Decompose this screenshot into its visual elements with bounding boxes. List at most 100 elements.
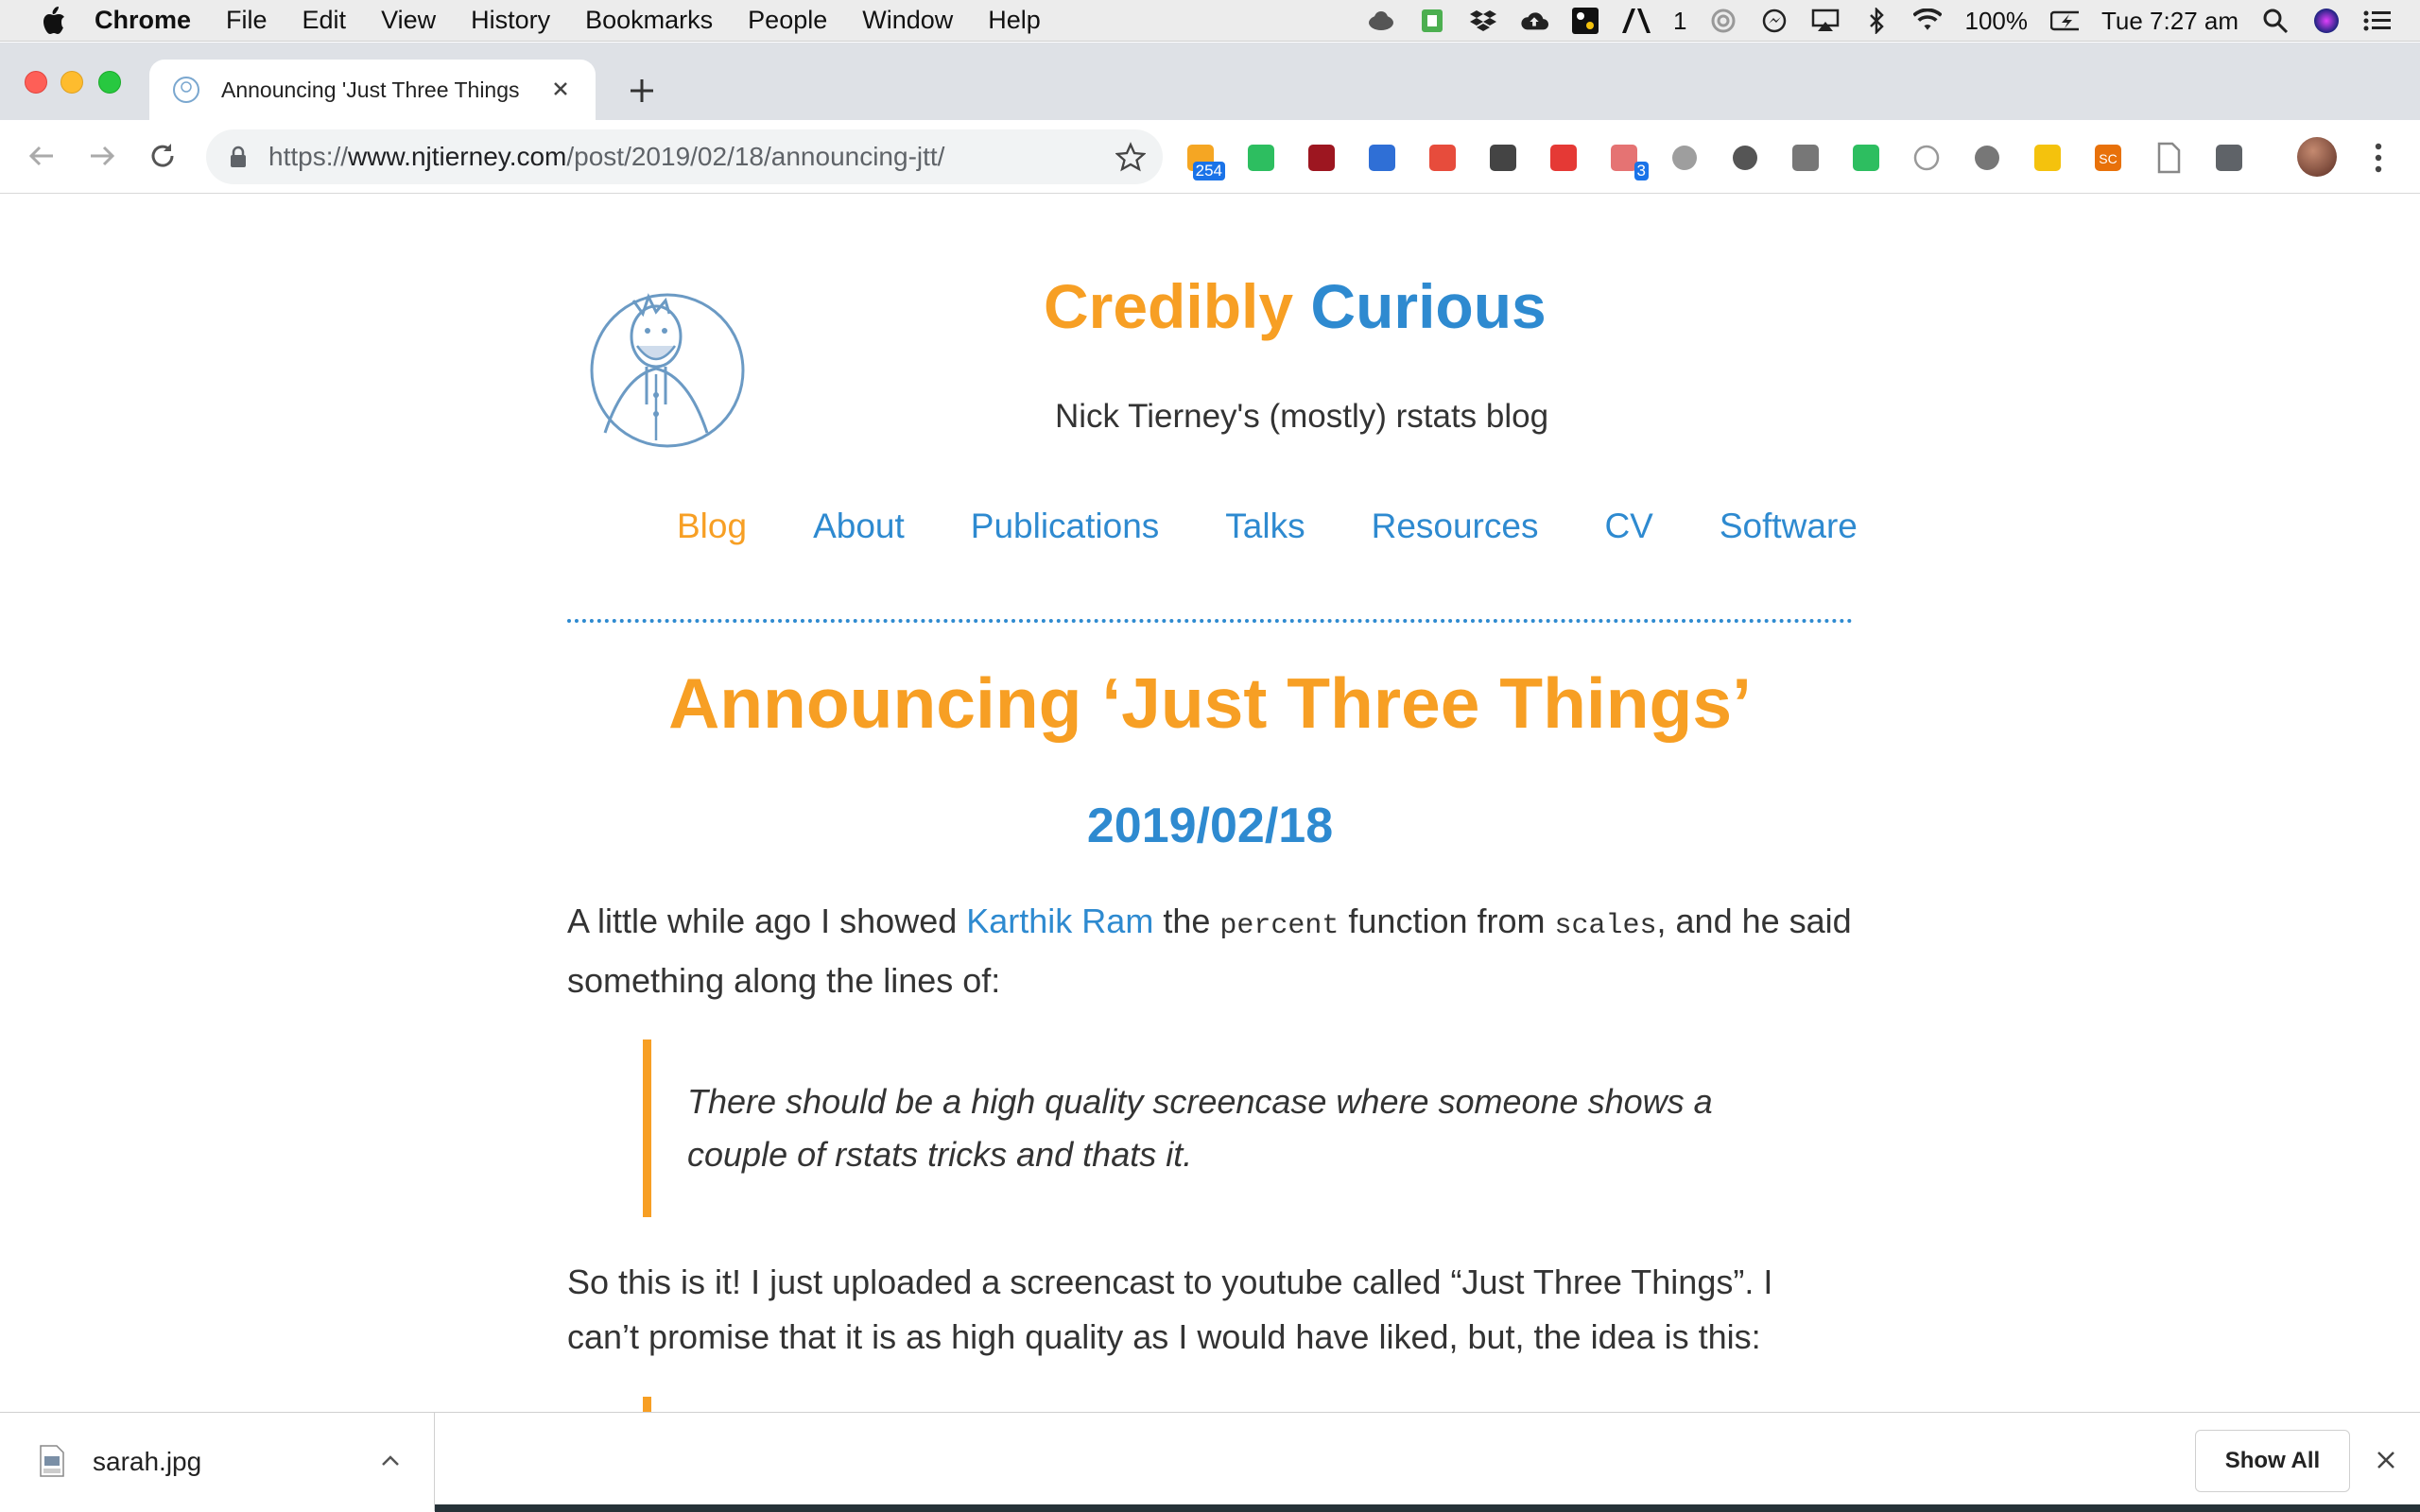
karthik-ram-link[interactable]: Karthik Ram (966, 902, 1153, 940)
rss-feed-icon[interactable]: 254 (1182, 139, 1225, 180)
tab-strip: Announcing 'Just Three Things (0, 43, 2420, 120)
url-path: /post/2019/02/18/announcing-jtt/ (566, 142, 945, 171)
site-favicon-icon (173, 77, 199, 103)
battery-percentage: 100% (1964, 6, 2028, 35)
show-all-button[interactable]: Show All (2195, 1430, 2350, 1492)
web-page: Credibly Curious Nick Tierney's (mostly)… (0, 195, 2420, 1412)
close-icon[interactable] (2373, 1447, 2399, 1473)
tab-title: Announcing 'Just Three Things (221, 77, 520, 102)
forward-arrow-icon[interactable] (85, 139, 119, 173)
dots-icon[interactable] (2029, 139, 2066, 177)
bluetooth-icon[interactable] (1862, 7, 1891, 35)
new-tab-icon[interactable] (626, 75, 658, 107)
lightbulb-icon[interactable] (1484, 139, 1522, 177)
clock[interactable]: Tue 7:27 am (2101, 7, 2238, 36)
menu-edit[interactable]: Edit (302, 6, 347, 35)
menu-history[interactable]: History (471, 6, 550, 35)
adobe-icon[interactable] (1622, 7, 1651, 35)
notification-center-icon[interactable] (2363, 7, 2392, 35)
lock-icon[interactable] (229, 146, 248, 168)
url-text: https://www.njtierney.com/post/2019/02/1… (268, 142, 944, 172)
satellite-icon[interactable] (2210, 139, 2248, 177)
dropbox-icon[interactable] (1469, 7, 1497, 35)
creative-cloud-icon[interactable] (1367, 7, 1395, 35)
sphere-icon[interactable] (1726, 139, 1764, 177)
p1-text-b: the (1153, 902, 1220, 940)
sc-icon[interactable]: SC (2089, 139, 2127, 177)
shield-icon[interactable] (1545, 139, 1582, 177)
extension-badge: 3 (1634, 162, 1649, 180)
airplay-icon[interactable] (1811, 7, 1840, 35)
nav-publications[interactable]: Publications (971, 507, 1160, 546)
pixel-app-icon[interactable] (1571, 7, 1599, 35)
nav-cv[interactable]: CV (1604, 507, 1652, 546)
menu-window[interactable]: Window (862, 6, 953, 35)
extension-badge: 254 (1192, 162, 1225, 180)
site-logo-illustration[interactable] (567, 263, 752, 465)
url-scheme: https:// (268, 142, 349, 171)
spiral-icon[interactable] (1709, 7, 1737, 35)
profile-avatar[interactable] (2297, 137, 2337, 177)
face-icon[interactable] (1847, 139, 1885, 177)
menu-help[interactable]: Help (988, 6, 1041, 35)
address-bar[interactable]: https://www.njtierney.com/post/2019/02/1… (206, 129, 1163, 184)
window-zoom-button[interactable] (98, 71, 121, 94)
bar-chart-icon[interactable] (1968, 139, 2006, 177)
site-nav: Blog About Publications Talks Resources … (677, 507, 1924, 546)
flow-icon[interactable]: 3 (1605, 139, 1649, 180)
tab-active[interactable]: Announcing 'Just Three Things (149, 60, 596, 120)
rainbow-icon[interactable] (1424, 139, 1461, 177)
menu-bookmarks[interactable]: Bookmarks (585, 6, 713, 35)
messenger-icon[interactable] (1760, 7, 1789, 35)
nav-resources[interactable]: Resources (1372, 507, 1539, 546)
siri-icon[interactable] (2312, 7, 2341, 35)
macos-menu-bar: Chrome File Edit View History Bookmarks … (0, 0, 2420, 42)
url-host: www.njtierney.com (348, 142, 567, 171)
download-shelf: sarah.jpg Show All (0, 1412, 2420, 1512)
page-icon[interactable] (2150, 139, 2187, 177)
mendeley-icon[interactable] (1303, 139, 1340, 177)
bookmark-star-icon[interactable] (1115, 142, 1146, 172)
post-paragraph-2: So this is it! I just uploaded a screenc… (567, 1263, 1773, 1356)
extension-label: SC (2099, 151, 2117, 166)
nav-talks[interactable]: Talks (1225, 507, 1305, 546)
evernote-menu-icon[interactable] (1418, 7, 1446, 35)
site-title[interactable]: Credibly Curious (1044, 270, 1547, 342)
nav-about[interactable]: About (813, 507, 905, 546)
download-item[interactable]: sarah.jpg (0, 1413, 435, 1511)
evernote-icon[interactable] (1242, 139, 1280, 177)
tab-close-icon[interactable] (546, 75, 575, 103)
drive-icon[interactable] (1666, 139, 1703, 177)
blockquote-2-border (643, 1397, 651, 1412)
zotero-icon[interactable] (1363, 139, 1401, 177)
window-close-button[interactable] (25, 71, 47, 94)
nav-blog[interactable]: Blog (677, 507, 747, 546)
circle-outline-icon[interactable] (1908, 139, 1945, 177)
chrome-menu-icon[interactable] (2369, 141, 2388, 175)
nav-software[interactable]: Software (1720, 507, 1858, 546)
p1-text-c: function from (1339, 902, 1555, 940)
menu-people[interactable]: People (748, 6, 827, 35)
extension-icons: 254 3 SC (1182, 137, 2248, 180)
download-file-name: sarah.jpg (93, 1447, 202, 1476)
window-minimize-button[interactable] (60, 71, 83, 94)
menu-view[interactable]: View (381, 6, 436, 35)
post-title: Announcing ‘Just Three Things’ (668, 663, 1752, 743)
chevron-up-icon[interactable] (378, 1449, 403, 1473)
jpg-file-icon (40, 1445, 64, 1477)
cloud-upload-icon[interactable] (1520, 7, 1549, 35)
spotlight-search-icon[interactable] (2261, 7, 2290, 35)
battery-charging-icon[interactable] (2049, 7, 2079, 35)
reload-icon[interactable] (146, 139, 180, 173)
menu-file[interactable]: File (226, 6, 268, 35)
menu-app-name[interactable]: Chrome (95, 6, 191, 35)
apple-icon[interactable] (40, 6, 66, 36)
browser-toolbar: https://www.njtierney.com/post/2019/02/1… (0, 120, 2420, 194)
wifi-icon[interactable] (1913, 7, 1943, 35)
back-arrow-icon[interactable] (25, 139, 59, 173)
site-title-first-word: Credibly (1044, 271, 1294, 341)
chat-bubble-icon[interactable] (1787, 139, 1824, 177)
video-thumbnail-strip (435, 1504, 2420, 1512)
site-title-second-word: Curious (1310, 271, 1547, 341)
adobe-count: 1 (1673, 6, 1687, 35)
